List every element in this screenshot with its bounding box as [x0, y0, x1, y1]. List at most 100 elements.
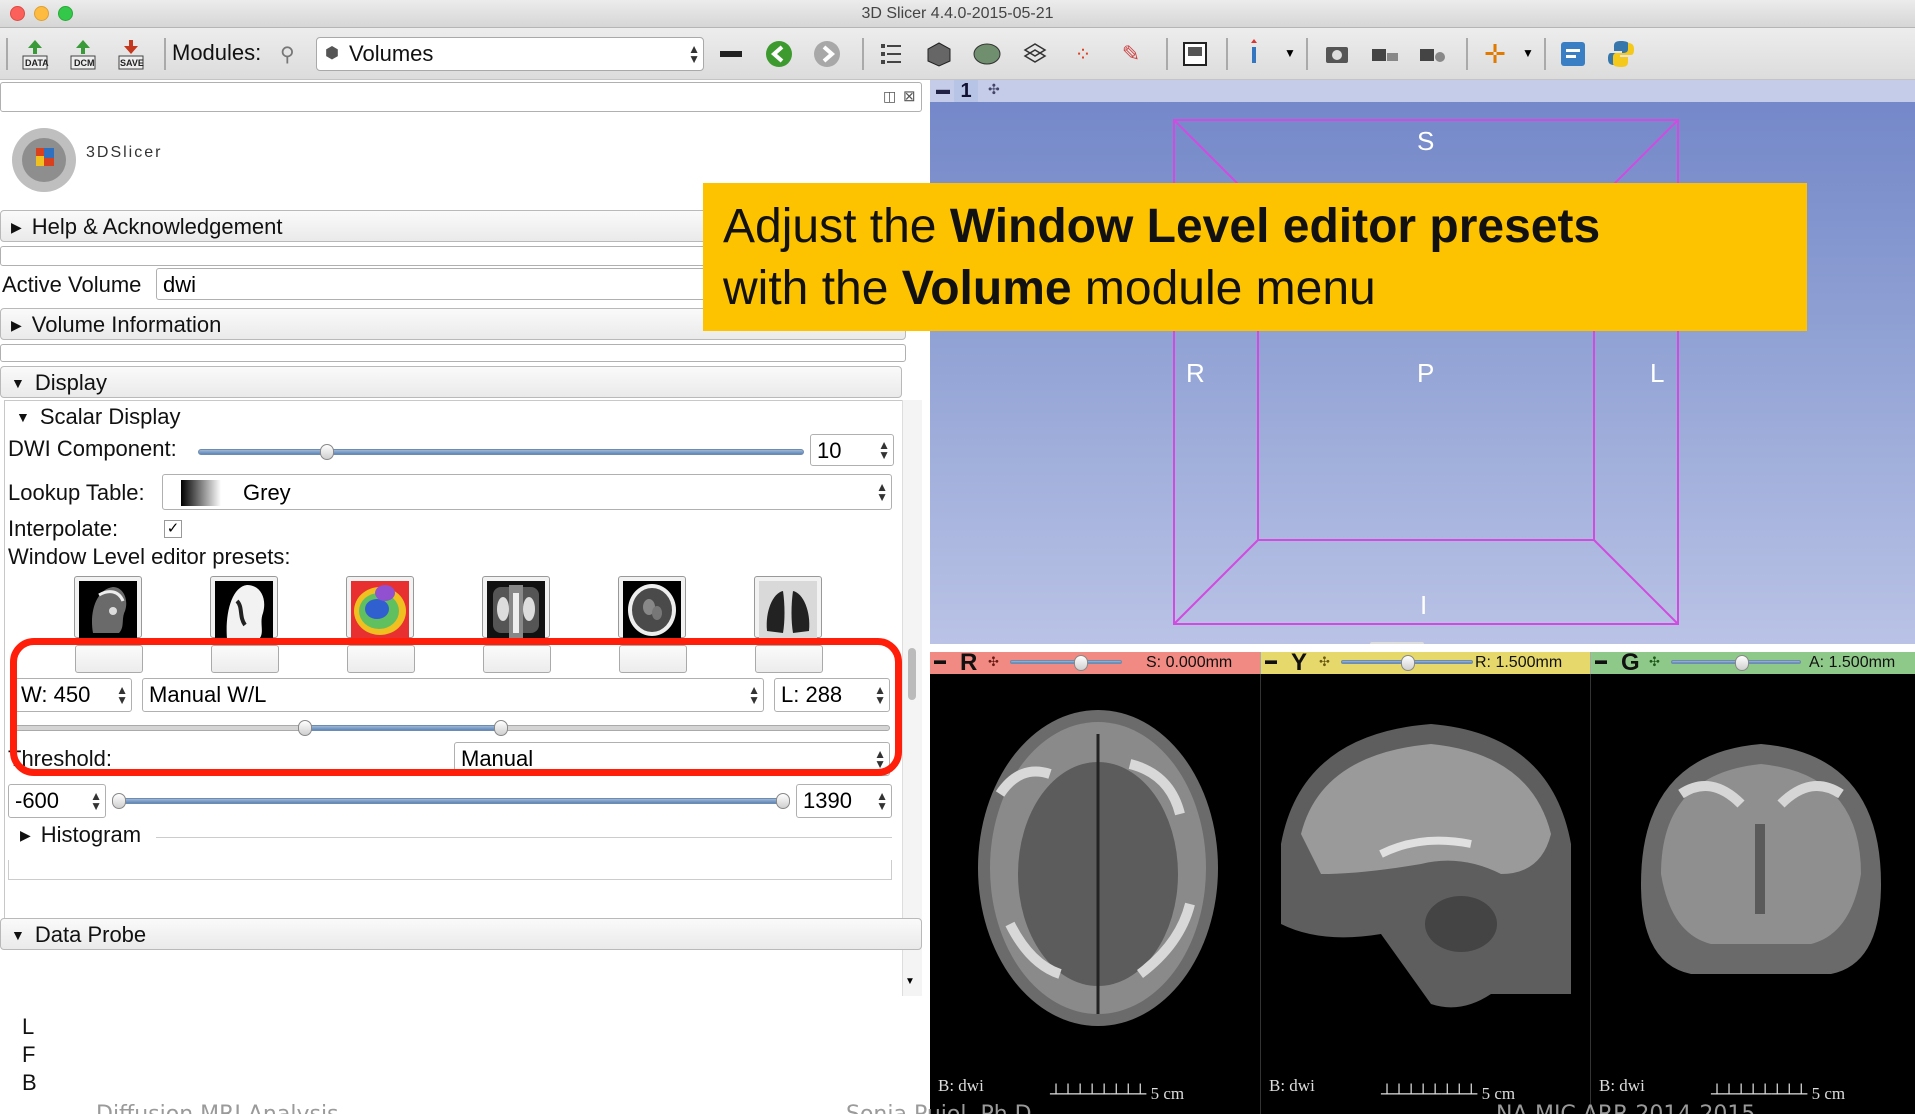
ct-lung-icon: [759, 581, 817, 639]
module-selector[interactable]: ⬢ Volumes ▲ ▼: [316, 37, 704, 71]
layout-button[interactable]: [1178, 36, 1212, 72]
crosshair-dropdown-icon[interactable]: ▼: [1522, 46, 1534, 60]
extension-icon: [1561, 42, 1585, 66]
crosshair-button[interactable]: ✛: [1478, 36, 1512, 72]
threshold-range-slider[interactable]: [118, 798, 786, 804]
yellow-settings-icon[interactable]: ✣: [1319, 654, 1330, 670]
green-offset-handle[interactable]: [1735, 655, 1749, 671]
markups-module-button[interactable]: ⁘: [1066, 36, 1100, 72]
view-settings-icon[interactable]: ✣: [988, 81, 1000, 98]
slicer-logo: [6, 118, 82, 198]
panel-scrollbar[interactable]: ▼: [902, 400, 922, 996]
scene-restore-icon: [1420, 49, 1445, 62]
pin-icon[interactable]: ▬: [936, 81, 950, 97]
mouse-mode-button[interactable]: [1238, 36, 1272, 72]
scalar-display-label: Scalar Display: [39, 404, 181, 429]
footer-middle-text: Sonia Pujol, Ph.D.: [846, 1102, 1039, 1114]
collapsed-arrow-icon: ▶: [11, 317, 22, 333]
preset-ct-abdomen-button[interactable]: [482, 576, 551, 673]
back-button[interactable]: [762, 36, 796, 72]
load-data-button[interactable]: DATA: [18, 36, 52, 72]
brain-icon: [973, 43, 1001, 65]
ct-bone-icon: [79, 581, 137, 639]
module-history-button[interactable]: [714, 36, 748, 72]
spacer-field-2: [0, 344, 906, 362]
green-slice-view[interactable]: B: dwi ┴┴┴┴┴┴┴┴ 5 cm: [1590, 674, 1915, 1114]
3d-view[interactable]: S R P L I: [930, 80, 1915, 646]
threshold-max-spinbox[interactable]: 1390 ▲ ▼: [796, 784, 892, 818]
history-icon: [720, 51, 742, 57]
display-section-header[interactable]: ▼ Display: [0, 366, 902, 398]
3d-view-controller-bar: ▬ 1 ✣: [930, 80, 1915, 102]
save-button[interactable]: SAVE: [114, 36, 148, 72]
callout-line-2: with the Volume module menu: [723, 261, 1376, 316]
preset-ct-lung-button[interactable]: [754, 576, 823, 673]
forward-button[interactable]: [810, 36, 844, 72]
red-settings-icon[interactable]: ✣: [988, 654, 999, 670]
crosshair-icon: ✛: [1484, 38, 1506, 69]
python-console-button[interactable]: [1604, 36, 1638, 72]
search-icon[interactable]: ⚲: [280, 42, 295, 67]
preset-ct-air-button[interactable]: [210, 576, 279, 673]
arrow-right-icon: [814, 41, 840, 67]
extension-manager-button[interactable]: [1556, 36, 1590, 72]
expanded-arrow-icon: ▼: [11, 375, 25, 391]
threshold-min-spinbox[interactable]: -600 ▲ ▼: [8, 784, 106, 818]
module-selected: Volumes: [349, 41, 434, 66]
threshold-max-handle[interactable]: [776, 793, 790, 809]
preset-pet-button[interactable]: [346, 576, 415, 673]
yellow-slice-view[interactable]: B: dwi ┴┴┴┴┴┴┴┴ 5 cm: [1260, 674, 1590, 1114]
green-settings-icon[interactable]: ✣: [1649, 654, 1660, 670]
red-offset-slider[interactable]: [1010, 660, 1122, 664]
data-probe-header[interactable]: ▼ Data Probe: [0, 918, 922, 950]
red-pin-icon[interactable]: ▬: [934, 653, 946, 667]
green-pin-icon[interactable]: ▬: [1595, 653, 1607, 667]
scroll-down-icon[interactable]: ▼: [905, 976, 915, 987]
red-slice-bar: ▬ R ✣ S: 0.000mm: [930, 649, 1260, 676]
callout-line2-post: module menu: [1071, 262, 1376, 315]
preset-ct-bone-button[interactable]: [74, 576, 143, 673]
threshold-min-handle[interactable]: [112, 793, 126, 809]
red-scale-bar: ┴┴┴┴┴┴┴┴ 5 cm: [1050, 1084, 1185, 1103]
dicom-button[interactable]: DCM: [66, 36, 100, 72]
models-module-button[interactable]: [970, 36, 1004, 72]
probe-line-b: B: [22, 1070, 37, 1095]
restore-scene-button[interactable]: [1416, 36, 1450, 72]
volume-information-label: Volume Information: [31, 312, 222, 337]
screenshot-button[interactable]: [1320, 36, 1354, 72]
data-module-button[interactable]: [874, 36, 908, 72]
interpolate-checkbox[interactable]: ✓: [164, 520, 182, 538]
preset-ct-brain-button[interactable]: [618, 576, 687, 673]
mouse-mode-dropdown-icon[interactable]: ▼: [1284, 46, 1296, 60]
red-offset-handle[interactable]: [1074, 655, 1088, 671]
yellow-offset-handle[interactable]: [1401, 655, 1415, 671]
scene-view-button[interactable]: [1368, 36, 1402, 72]
help-section-label: Help & Acknowledgement: [31, 214, 283, 239]
red-slice-view[interactable]: B: dwi ┴┴┴┴┴┴┴┴ 5 cm: [930, 674, 1260, 1114]
histogram-frame: [8, 860, 892, 880]
dwi-component-slider-handle[interactable]: [320, 444, 334, 460]
grid-icon: [1023, 43, 1047, 63]
lookup-table-selector[interactable]: Grey ▲ ▼: [162, 474, 892, 510]
histogram-divider: [156, 837, 892, 838]
transforms-module-button[interactable]: [1018, 36, 1052, 72]
dwi-component-slider[interactable]: [198, 449, 804, 455]
panel-header-bar: ◫ ⊠: [0, 82, 922, 112]
pet-heat-icon: [351, 581, 409, 639]
scrollbar-thumb[interactable]: [908, 648, 916, 700]
grey-lut-swatch: [181, 480, 221, 506]
undock-icon[interactable]: ◫: [883, 88, 896, 105]
volumes-module-button[interactable]: [922, 36, 956, 72]
dcm-label: DCM: [74, 58, 95, 68]
green-caption: B: dwi: [1599, 1076, 1645, 1095]
window-level-presets-label: Window Level editor presets:: [8, 544, 291, 569]
modules-label: Modules:: [172, 40, 262, 65]
yellow-pin-icon[interactable]: ▬: [1265, 653, 1277, 667]
window-title: 3D Slicer 4.4.0-2015-05-21: [861, 5, 1054, 22]
display-section-label: Display: [34, 370, 107, 395]
editor-module-button[interactable]: ✎: [1114, 36, 1148, 72]
dwi-component-spinbox[interactable]: 10 ▲ ▼: [810, 434, 894, 466]
title-bar: 3D Slicer 4.4.0-2015-05-21: [0, 0, 1915, 28]
close-panel-icon[interactable]: ⊠: [903, 87, 916, 105]
axial-brain-image: [978, 710, 1218, 1026]
